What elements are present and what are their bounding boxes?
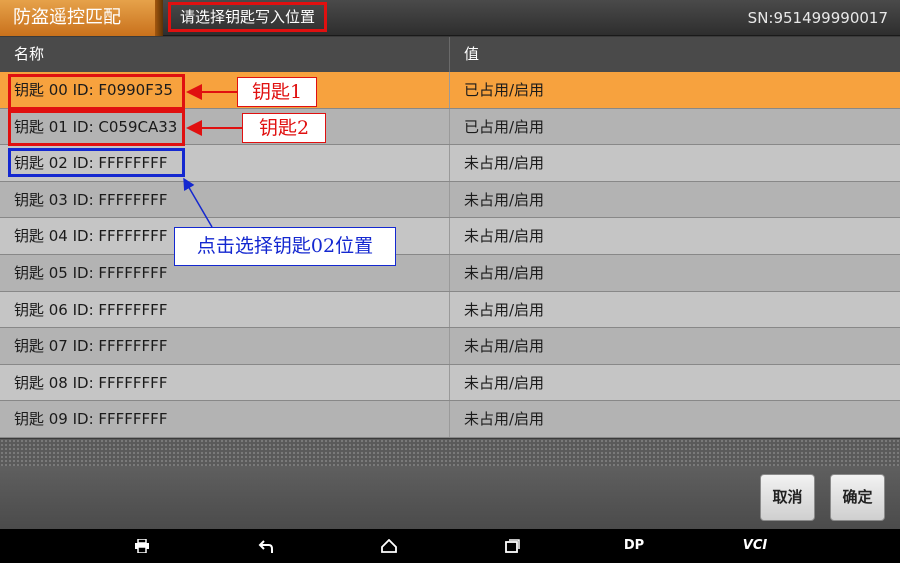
column-divider [449,364,450,401]
annotation-key2: 钥匙2 [242,113,326,143]
key-row-name: 钥匙 03 ID: FFFFFFFF [14,190,168,209]
key-row-value: 未占用/启用 [464,190,545,209]
home-icon[interactable] [375,529,403,563]
highlight-key-00 [8,74,185,110]
print-icon[interactable] [128,529,156,563]
footer-toolbar: 取消 确定 [0,466,900,529]
key-row-value: 未占用/启用 [464,337,545,356]
recent-apps-icon[interactable] [498,529,526,563]
highlight-key-01 [8,110,185,146]
key-row-07[interactable]: 钥匙 07 ID: FFFFFFFF 未占用/启用 [0,328,900,365]
column-divider [449,328,450,364]
key-row-08[interactable]: 钥匙 08 ID: FFFFFFFF 未占用/启用 [0,364,900,402]
key-row-value: 未占用/启用 [464,227,545,246]
key-row-value: 已占用/启用 [464,117,545,136]
key-row-name: 钥匙 07 ID: FFFFFFFF [14,337,168,356]
key-row-name: 钥匙 08 ID: FFFFFFFF [14,373,168,392]
key-row-name: 钥匙 09 ID: FFFFFFFF [14,410,168,429]
highlight-key-02 [8,148,185,177]
page-subtitle: 请选择钥匙写入位置 [168,2,328,32]
system-nav-bar: DP VCI [0,529,900,563]
serial-number: SN:951499990017 [747,9,888,27]
app-title: 防盗遥控匹配 [0,0,155,36]
column-divider [449,181,450,218]
column-divider [449,291,450,328]
key-row-05[interactable]: 钥匙 05 ID: FFFFFFFF 未占用/启用 [0,254,900,292]
column-divider [449,72,450,108]
table-header: 名称 值 [0,37,900,72]
cancel-button[interactable]: 取消 [760,474,815,521]
column-divider [449,254,450,291]
key-row-value: 已占用/启用 [464,81,545,99]
title-bar: 防盗遥控匹配 请选择钥匙写入位置 SN:951499990017 [0,0,900,36]
header-name: 名称 [14,45,45,63]
key-row-09[interactable]: 钥匙 09 ID: FFFFFFFF 未占用/启用 [0,401,900,438]
dp-button[interactable]: DP [618,529,650,563]
column-divider [449,108,450,145]
column-divider [449,401,450,437]
key-row-name: 钥匙 04 ID: FFFFFFFF [14,227,168,246]
key-row-value: 未占用/启用 [464,263,545,282]
vci-status[interactable]: VCI [738,529,772,563]
back-icon[interactable] [252,529,280,563]
key-row-04[interactable]: 钥匙 04 ID: FFFFFFFF 未占用/启用 [0,218,900,255]
key-row-value: 未占用/启用 [464,373,545,392]
annotation-select-hint: 点击选择钥匙02位置 [174,227,396,266]
column-divider [449,218,450,254]
dotted-separator [0,439,900,466]
annotation-key1: 钥匙1 [237,77,317,107]
column-divider [449,145,450,181]
key-row-06[interactable]: 钥匙 06 ID: FFFFFFFF 未占用/启用 [0,291,900,329]
key-row-03[interactable]: 钥匙 03 ID: FFFFFFFF 未占用/启用 [0,181,900,219]
header-value: 值 [464,45,480,63]
key-row-name: 钥匙 06 ID: FFFFFFFF [14,300,168,319]
key-row-value: 未占用/启用 [464,410,545,429]
key-row-value: 未占用/启用 [464,300,545,319]
key-row-value: 未占用/启用 [464,154,545,173]
ok-button[interactable]: 确定 [830,474,885,521]
key-row-name: 钥匙 05 ID: FFFFFFFF [14,263,168,282]
title-separator [155,0,163,36]
column-divider [449,37,450,72]
